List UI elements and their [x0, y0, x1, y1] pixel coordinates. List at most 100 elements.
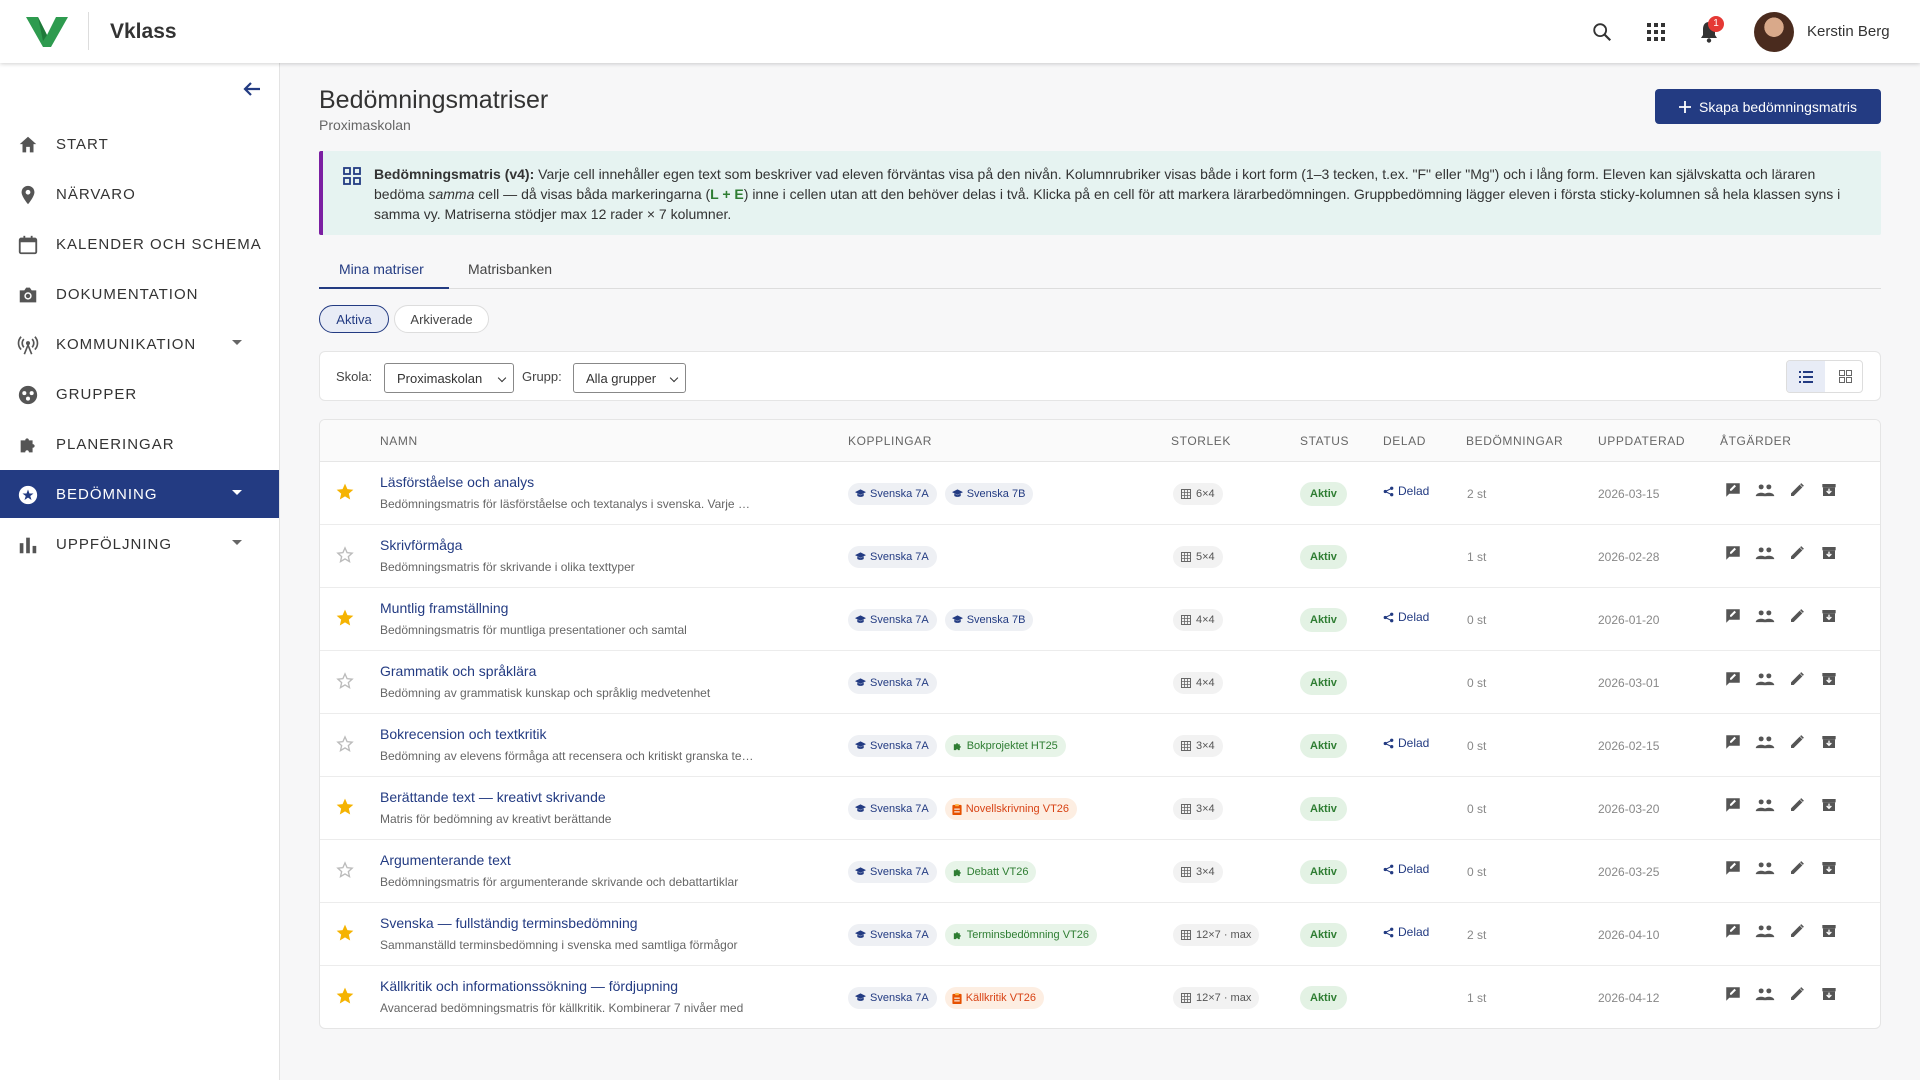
link-chip-group[interactable]: Svenska 7A	[848, 546, 937, 568]
filter-chip-aktiva[interactable]: Aktiva	[319, 305, 389, 333]
group-assess-icon[interactable]	[1755, 732, 1775, 752]
assess-icon[interactable]	[1723, 480, 1743, 500]
search-icon[interactable]	[1588, 18, 1616, 46]
edit-pencil-icon[interactable]	[1787, 480, 1807, 500]
chevron-down-icon[interactable]	[232, 540, 242, 545]
archive-icon[interactable]	[1819, 606, 1839, 626]
assess-icon[interactable]	[1723, 795, 1743, 815]
star-filled-icon[interactable]	[335, 482, 355, 502]
matrix-name-link[interactable]: Svenska — fullständig terminsbedömning	[380, 915, 638, 931]
filter-chip-arkiverade[interactable]: Arkiverade	[394, 305, 489, 333]
group-assess-icon[interactable]	[1755, 984, 1775, 1004]
archive-icon[interactable]	[1819, 858, 1839, 878]
link-chip-group[interactable]: Svenska 7A	[848, 924, 937, 946]
matrix-name-link[interactable]: Grammatik och språklära	[380, 663, 536, 679]
star-filled-icon[interactable]	[335, 608, 355, 628]
link-chip-group[interactable]: Svenska 7A	[848, 735, 937, 757]
link-chip-group[interactable]: Svenska 7B	[944, 483, 1034, 505]
assess-icon[interactable]	[1723, 921, 1743, 941]
tab-mina-matriser[interactable]: Mina matriser	[339, 261, 424, 277]
edit-pencil-icon[interactable]	[1787, 543, 1807, 563]
edit-pencil-icon[interactable]	[1787, 984, 1807, 1004]
link-chip-planning[interactable]: Debatt VT26	[944, 861, 1037, 883]
link-chip-group[interactable]: Svenska 7A	[848, 861, 937, 883]
group-assess-icon[interactable]	[1755, 921, 1775, 941]
user-name[interactable]: Kerstin Berg	[1807, 23, 1890, 40]
sidebar-item-kalender[interactable]: KALENDER OCH SCHEMA	[0, 220, 279, 268]
assess-icon[interactable]	[1723, 543, 1743, 563]
assess-icon[interactable]	[1723, 858, 1743, 878]
link-chip-group[interactable]: Svenska 7A	[848, 672, 937, 694]
star-outline-icon[interactable]	[335, 860, 355, 880]
edit-pencil-icon[interactable]	[1787, 732, 1807, 752]
archive-icon[interactable]	[1819, 543, 1839, 563]
school-select[interactable]: Proximaskolan	[384, 363, 514, 393]
star-outline-icon[interactable]	[335, 545, 355, 565]
chevron-down-icon[interactable]	[232, 340, 242, 345]
sidebar-item-narvaro[interactable]: NÄRVARO	[0, 170, 279, 218]
link-chip-group[interactable]: Svenska 7A	[848, 483, 937, 505]
sidebar-item-dokumentation[interactable]: DOKUMENTATION	[0, 270, 279, 318]
table-row[interactable]: Grammatik och språklära Bedömning av gram…	[320, 651, 1880, 714]
archive-icon[interactable]	[1819, 480, 1839, 500]
sidebar-item-bedomning[interactable]: BEDÖMNING	[0, 470, 279, 518]
link-chip-planning[interactable]: Terminsbedömning VT26	[944, 924, 1097, 946]
group-assess-icon[interactable]	[1755, 606, 1775, 626]
tab-matrisbanken[interactable]: Matrisbanken	[468, 261, 552, 277]
assess-icon[interactable]	[1723, 984, 1743, 1004]
assess-icon[interactable]	[1723, 606, 1743, 626]
user-avatar[interactable]	[1754, 12, 1794, 52]
star-filled-icon[interactable]	[335, 923, 355, 943]
collapse-sidebar-arrow-icon[interactable]	[238, 75, 266, 103]
apps-grid-icon[interactable]	[1642, 18, 1670, 46]
star-filled-icon[interactable]	[335, 797, 355, 817]
edit-pencil-icon[interactable]	[1787, 795, 1807, 815]
matrix-name-link[interactable]: Berättande text — kreativt skrivande	[380, 789, 606, 805]
edit-pencil-icon[interactable]	[1787, 669, 1807, 689]
grid-view-icon[interactable]	[1826, 361, 1862, 392]
group-assess-icon[interactable]	[1755, 543, 1775, 563]
link-chip-group[interactable]: Svenska 7B	[944, 609, 1034, 631]
list-view-icon[interactable]	[1787, 361, 1825, 392]
archive-icon[interactable]	[1819, 795, 1839, 815]
assess-icon[interactable]	[1723, 669, 1743, 689]
sidebar-item-start[interactable]: START	[0, 120, 279, 168]
archive-icon[interactable]	[1819, 921, 1839, 941]
link-chip-task[interactable]: Novellskrivning VT26	[944, 798, 1078, 820]
archive-icon[interactable]	[1819, 669, 1839, 689]
matrix-name-link[interactable]: Muntlig framställning	[380, 600, 508, 616]
table-row[interactable]: Källkritik och informationssökning — för…	[320, 966, 1880, 1028]
group-assess-icon[interactable]	[1755, 669, 1775, 689]
column-header-updated[interactable]: UPPDATERAD	[1598, 434, 1685, 448]
table-row[interactable]: Läsförståelse och analys Bedömningsmatris…	[320, 462, 1880, 525]
vklass-logo-icon[interactable]	[24, 13, 70, 49]
matrix-name-link[interactable]: Läsförståelse och analys	[380, 474, 534, 490]
group-assess-icon[interactable]	[1755, 795, 1775, 815]
table-row[interactable]: Berättande text — kreativt skrivande Matr…	[320, 777, 1880, 840]
matrix-name-link[interactable]: Bokrecension och textkritik	[380, 726, 547, 742]
sidebar-item-kommunikation[interactable]: KOMMUNIKATION	[0, 320, 279, 368]
star-outline-icon[interactable]	[335, 671, 355, 691]
table-row[interactable]: Skrivförmåga Bedömningsmatris för skrivan…	[320, 525, 1880, 588]
table-row[interactable]: Svenska — fullständig terminsbedömning Sa…	[320, 903, 1880, 966]
group-select[interactable]: Alla grupper	[573, 363, 686, 393]
assess-icon[interactable]	[1723, 732, 1743, 752]
archive-icon[interactable]	[1819, 732, 1839, 752]
matrix-name-link[interactable]: Skrivförmåga	[380, 537, 462, 553]
table-row[interactable]: Argumenterande text Bedömningsmatris för …	[320, 840, 1880, 903]
sidebar-item-uppfoljning[interactable]: UPPFÖLJNING	[0, 520, 279, 568]
sidebar-item-grupper[interactable]: GRUPPER	[0, 370, 279, 418]
column-header-name[interactable]: NAMN	[380, 434, 418, 448]
sidebar-item-planeringar[interactable]: PLANERINGAR	[0, 420, 279, 468]
matrix-name-link[interactable]: Argumenterande text	[380, 852, 511, 868]
link-chip-planning[interactable]: Bokprojektet HT25	[944, 735, 1066, 757]
create-matrix-button[interactable]: Skapa bedömningsmatris	[1655, 89, 1881, 124]
table-row[interactable]: Bokrecension och textkritik Bedömning av …	[320, 714, 1880, 777]
edit-pencil-icon[interactable]	[1787, 606, 1807, 626]
star-outline-icon[interactable]	[335, 734, 355, 754]
link-chip-group[interactable]: Svenska 7A	[848, 798, 937, 820]
link-chip-task[interactable]: Källkritik VT26	[944, 987, 1044, 1009]
link-chip-group[interactable]: Svenska 7A	[848, 609, 937, 631]
archive-icon[interactable]	[1819, 984, 1839, 1004]
star-filled-icon[interactable]	[335, 986, 355, 1006]
